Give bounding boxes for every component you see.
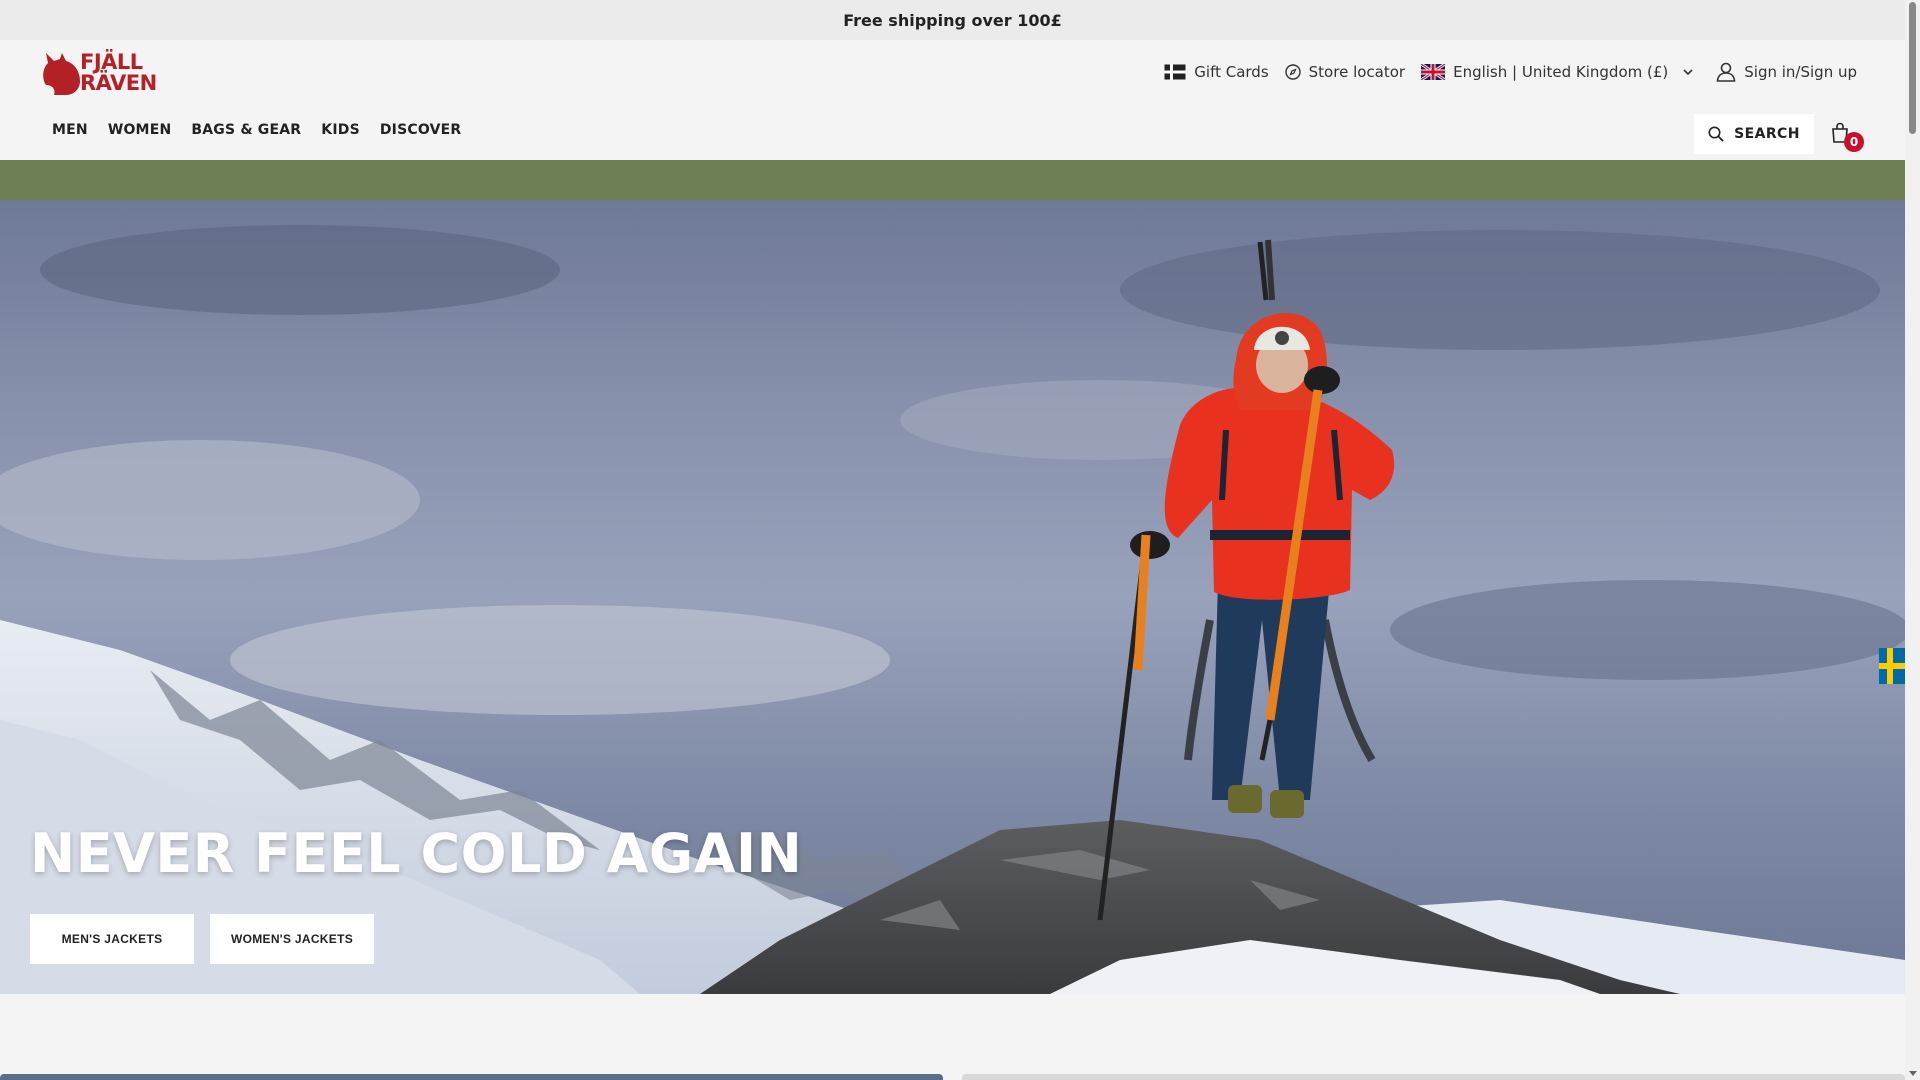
- search-label: SEARCH: [1734, 126, 1800, 142]
- page-scrollbar[interactable]: [1905, 0, 1920, 1080]
- brand-line2: RÄVEN: [80, 71, 157, 95]
- search-button[interactable]: SEARCH: [1694, 114, 1814, 154]
- brand-logo[interactable]: FJÄLL RÄVEN: [40, 48, 180, 98]
- scroll-down-arrow-icon[interactable]: [1909, 1071, 1917, 1076]
- hero-title: NEVER FEEL COLD AGAIN: [30, 822, 803, 885]
- locale-selector[interactable]: English | United Kingdom (£): [1421, 63, 1694, 81]
- promo-band: [0, 160, 1905, 200]
- search-icon: [1708, 126, 1724, 142]
- uk-flag-icon: [1421, 64, 1446, 80]
- promo-card-left[interactable]: [0, 1074, 943, 1080]
- cart-count-badge: 0: [1844, 132, 1864, 152]
- mens-jackets-button[interactable]: MEN'S JACKETS: [30, 914, 194, 964]
- store-locator-link[interactable]: Store locator: [1284, 63, 1406, 81]
- hero-banner: NEVER FEEL COLD AGAIN MEN'S JACKETS WOME…: [0, 200, 1905, 994]
- nav-item-kids[interactable]: KIDS: [321, 122, 360, 138]
- compass-icon: [1284, 64, 1301, 80]
- announcement-text: Free shipping over 100£: [843, 10, 1062, 30]
- sweden-flag-icon[interactable]: [1879, 648, 1905, 684]
- utility-menu: Gift Cards Store locator English | Unite…: [1164, 60, 1857, 84]
- user-icon: [1716, 62, 1736, 82]
- nav-item-women[interactable]: WOMEN: [108, 122, 172, 138]
- cart-button[interactable]: 0: [1830, 122, 1864, 152]
- scrollbar-thumb[interactable]: [1909, 2, 1916, 134]
- nav-item-discover[interactable]: DISCOVER: [380, 122, 462, 138]
- chevron-down-icon: [1683, 69, 1693, 76]
- content-section: [0, 994, 1905, 1080]
- store-locator-label: Store locator: [1308, 63, 1406, 81]
- brand-line1: FJÄLL: [80, 50, 143, 74]
- promo-card-right[interactable]: [962, 1074, 1905, 1080]
- sign-in-link[interactable]: Sign in/Sign up: [1716, 62, 1857, 82]
- announcement-bar: Free shipping over 100£: [0, 0, 1905, 40]
- gift-cards-label: Gift Cards: [1194, 63, 1269, 81]
- womens-jackets-button[interactable]: WOMEN'S JACKETS: [210, 914, 374, 964]
- nav-item-men[interactable]: MEN: [52, 122, 88, 138]
- site-header: FJÄLL RÄVEN Gift Cards Store locator Eng…: [0, 40, 1905, 160]
- main-nav: MEN WOMEN BAGS & GEAR KIDS DISCOVER: [52, 122, 461, 138]
- sign-in-label: Sign in/Sign up: [1744, 63, 1857, 81]
- brand-wordmark: FJÄLL RÄVEN: [80, 52, 157, 94]
- gift-cards-link[interactable]: Gift Cards: [1164, 63, 1269, 81]
- locale-label: English | United Kingdom (£): [1453, 63, 1669, 81]
- gift-card-icon: [1164, 64, 1186, 80]
- nav-item-bags-gear[interactable]: BAGS & GEAR: [191, 122, 301, 138]
